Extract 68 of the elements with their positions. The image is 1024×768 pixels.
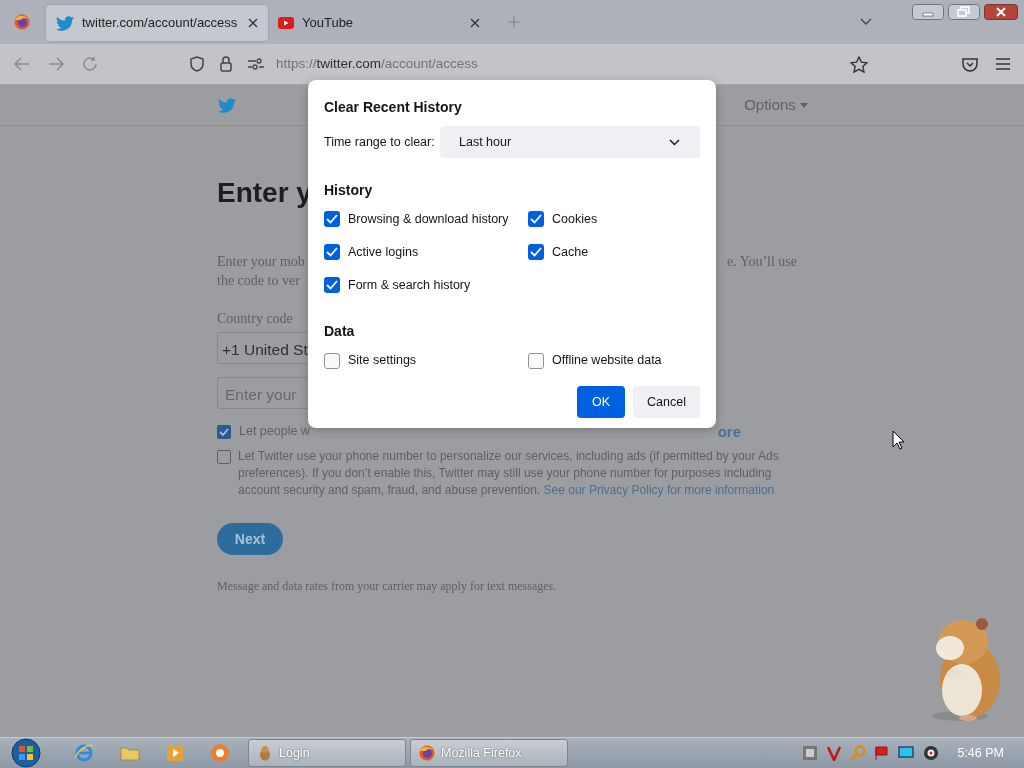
browser-tab[interactable]: twitter.com/account/access: [46, 5, 268, 41]
address-field[interactable]: https://twitter.com/account/access: [276, 53, 478, 75]
star-icon[interactable]: [850, 55, 868, 73]
monitor-icon[interactable]: [898, 746, 915, 760]
section-heading: Data: [324, 322, 356, 342]
speaker-icon[interactable]: [923, 745, 940, 761]
intro-text: the code to ver: [217, 272, 300, 290]
lock-icon[interactable]: [220, 56, 232, 72]
restore-button[interactable]: [948, 4, 980, 20]
close-icon[interactable]: [248, 18, 258, 28]
time-range-select[interactable]: Last hour: [440, 126, 700, 158]
checkbox[interactable]: [324, 211, 340, 228]
checkbox-label[interactable]: Cookies: [552, 210, 598, 229]
check-icon: [326, 247, 338, 258]
chevron-down-icon[interactable]: [860, 18, 872, 26]
checkbox[interactable]: [324, 276, 340, 293]
check-icon: [326, 279, 338, 290]
check-icon: [530, 214, 542, 225]
intro-text: e. You’ll use: [727, 253, 797, 271]
pocket-icon[interactable]: [962, 56, 978, 72]
clock-text: 5:46 PM: [957, 744, 1004, 762]
flag-icon[interactable]: [875, 746, 890, 760]
bird-icon: [56, 15, 74, 31]
checkbox-label[interactable]: Browsing & download history: [348, 210, 509, 229]
checkbox-label[interactable]: Form & search history: [348, 275, 471, 295]
mouse-pointer-icon: [892, 430, 905, 450]
tray-icon[interactable]: [827, 745, 842, 761]
checkbox[interactable]: [528, 211, 544, 228]
check-icon: [530, 247, 542, 258]
footnote-text: Message and data rates from your carrier may apply for text messages.: [217, 578, 558, 595]
consent-text: Let Twitter use your phone number to personalize our services, including ads (if permitted by your Ads preferences). If you don’t enable this, Twitter may still use your phone number for purposes including account security and spam, fraud, and abuse prevention. See our Privacy Policy for more information: [238, 448, 780, 499]
checkbox-label[interactable]: Active logins: [348, 242, 419, 262]
app-icon[interactable]: [210, 743, 230, 763]
sliders-icon[interactable]: [248, 58, 264, 70]
cancel-button[interactable]: Cancel: [633, 386, 700, 418]
dialog-title: Clear Recent History: [324, 98, 463, 117]
checkbox[interactable]: [324, 244, 340, 261]
checkbox[interactable]: [528, 244, 544, 261]
checkbox[interactable]: [324, 352, 340, 369]
close-button[interactable]: [984, 4, 1018, 20]
browser-icon[interactable]: [74, 743, 94, 763]
shield-icon[interactable]: [190, 56, 204, 72]
close-icon[interactable]: [470, 18, 480, 28]
play-icon: [278, 17, 294, 29]
chevron-down-icon: [669, 138, 680, 146]
hamster-icon: [257, 745, 273, 761]
media-player-icon[interactable]: [166, 744, 184, 762]
checkbox[interactable]: [217, 424, 231, 439]
check-icon: [219, 427, 229, 436]
option-text: Let people w: [239, 423, 310, 440]
ok-button[interactable]: OK: [577, 386, 625, 418]
checkbox[interactable]: [217, 450, 231, 464]
field-label: Time range to clear:: [324, 133, 435, 151]
field-label: Country code: [217, 310, 294, 328]
checkbox-label[interactable]: Cache: [552, 242, 589, 262]
intro-text: Enter your mob: [217, 253, 305, 271]
checkbox[interactable]: [528, 352, 544, 369]
check-icon: [326, 214, 338, 225]
checkbox-label[interactable]: Offline website data: [552, 351, 662, 370]
tray-icon[interactable]: [802, 745, 819, 761]
firefox-icon: [419, 745, 435, 761]
firefox-icon[interactable]: [14, 14, 30, 30]
checkbox-label[interactable]: Site settings: [348, 351, 417, 370]
minimize-button[interactable]: [912, 4, 944, 20]
browser-tab[interactable]: YouTube: [268, 5, 490, 41]
menu-icon[interactable]: [996, 58, 1010, 70]
caret-icon: [800, 103, 808, 109]
section-heading: History: [324, 181, 374, 200]
